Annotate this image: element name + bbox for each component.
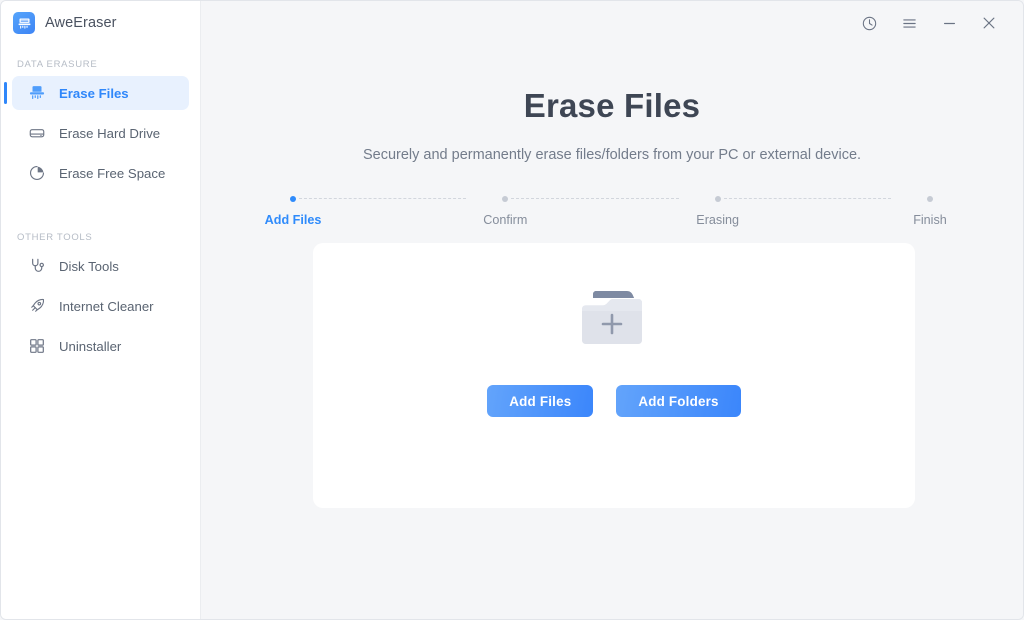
app-brand: AweEraser: [1, 1, 200, 45]
shredder-icon: [27, 84, 46, 103]
app-window: AweEraser DATA ERASURE Erase Files Erase…: [0, 0, 1024, 620]
grid-squares-icon: [27, 337, 46, 356]
sidebar-item-internet-cleaner[interactable]: Internet Cleaner: [12, 289, 189, 323]
step-dot: [926, 196, 933, 203]
sidebar-item-erase-hard-drive[interactable]: Erase Hard Drive: [12, 116, 189, 150]
step-label: Add Files: [264, 213, 322, 228]
sidebar-item-label: Erase Free Space: [59, 165, 166, 181]
sidebar: AweEraser DATA ERASURE Erase Files Erase…: [1, 1, 201, 619]
step-label: Finish: [913, 213, 947, 228]
step-dot: [714, 196, 721, 203]
hard-drive-icon: [27, 124, 46, 143]
folder-plus-icon: [573, 285, 655, 356]
sidebar-item-erase-free-space[interactable]: Erase Free Space: [12, 156, 189, 190]
sidebar-item-label: Disk Tools: [59, 258, 119, 274]
card-actions: Add Files Add Folders: [487, 385, 741, 417]
pie-chart-icon: [27, 164, 46, 183]
close-icon[interactable]: [969, 8, 1009, 38]
add-files-button[interactable]: Add Files: [487, 385, 594, 417]
title-bar: [201, 1, 1023, 45]
sidebar-item-label: Erase Files: [59, 85, 129, 101]
sidebar-item-label: Uninstaller: [59, 338, 122, 354]
step-connector: [511, 198, 679, 200]
menu-icon[interactable]: [889, 8, 929, 38]
add-folders-button[interactable]: Add Folders: [616, 385, 741, 417]
sidebar-item-erase-files[interactable]: Erase Files: [4, 76, 189, 110]
app-name: AweEraser: [45, 15, 117, 31]
step-label: Confirm: [483, 213, 528, 228]
step-dot: [290, 196, 296, 203]
step-connector: [723, 198, 891, 200]
sidebar-item-disk-tools[interactable]: Disk Tools: [12, 249, 189, 283]
step-add-files: Add Files: [263, 196, 475, 227]
step-erasing: Erasing: [688, 196, 900, 227]
rocket-icon: [27, 297, 46, 316]
step-confirm: Confirm: [475, 196, 687, 227]
step-finish: Finish: [900, 196, 961, 227]
sidebar-item-uninstaller[interactable]: Uninstaller: [12, 329, 189, 363]
sidebar-item-label: Internet Cleaner: [59, 298, 154, 314]
drop-zone-card[interactable]: Add Files Add Folders: [313, 243, 915, 508]
history-icon[interactable]: [849, 8, 889, 38]
progress-stepper: Add Files Confirm Erasing Finish: [263, 196, 961, 236]
step-dot: [502, 196, 509, 203]
sidebar-item-label: Erase Hard Drive: [59, 125, 161, 141]
shredder-icon: [13, 12, 35, 34]
main-content: Erase Files Securely and permanently era…: [201, 1, 1023, 619]
minimize-icon[interactable]: [929, 8, 969, 38]
page-subtitle: Securely and permanently erase files/fol…: [362, 147, 862, 164]
stethoscope-icon: [27, 257, 46, 276]
step-connector: [299, 198, 467, 200]
sidebar-section-label-other-tools: OTHER TOOLS: [17, 232, 93, 243]
sidebar-section-label-data-erasure: DATA ERASURE: [17, 59, 98, 70]
page-title: Erase Files: [523, 87, 701, 124]
step-label: Erasing: [696, 213, 739, 228]
